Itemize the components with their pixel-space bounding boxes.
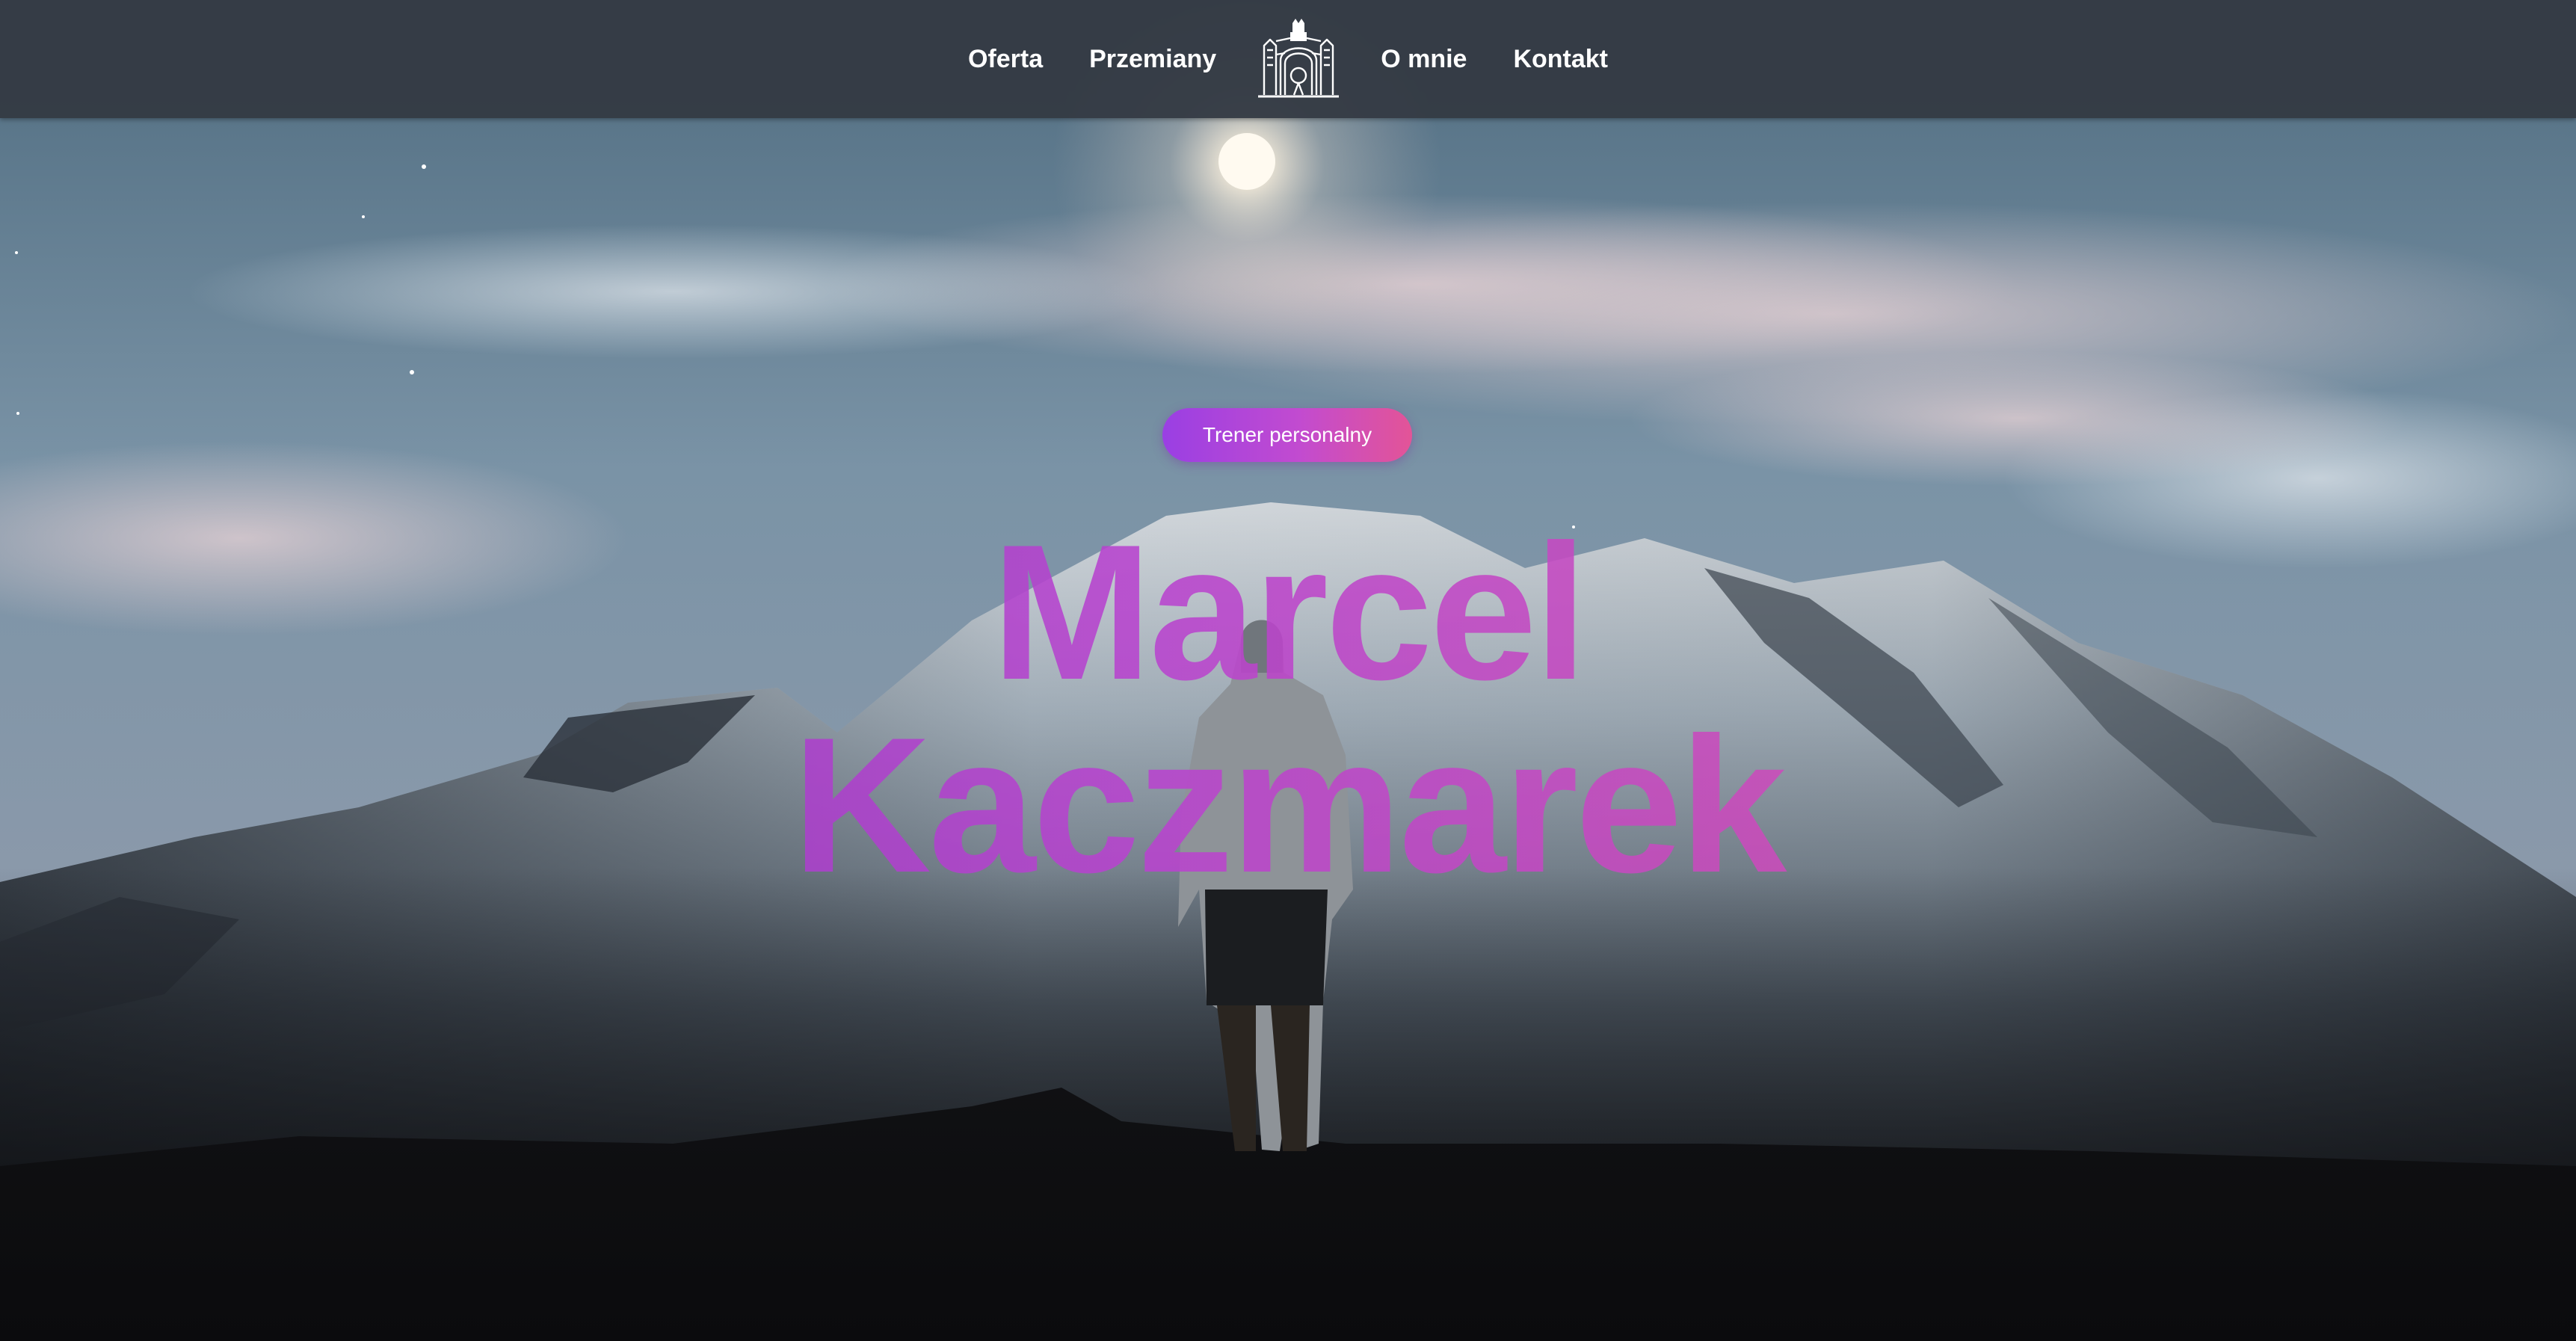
nav-link-oferta[interactable]: Oferta (968, 45, 1043, 74)
nav-left-group: Oferta Przemiany (968, 45, 1255, 74)
role-badge: Trener personalny (1162, 408, 1412, 462)
hero-title: Marcel Kaczmarek (0, 516, 2576, 901)
hero-title-last-name: Kaczmarek (0, 709, 2576, 901)
nav-link-kontakt[interactable]: Kontakt (1513, 45, 1608, 74)
hero-title-first-name: Marcel (0, 516, 2576, 709)
hero-section: Trener personalny Marcel Kaczmarek (0, 0, 2576, 1341)
top-navigation: Oferta Przemiany O mnie Kontakt (0, 0, 2576, 118)
nav-link-o-mnie[interactable]: O mnie (1381, 45, 1467, 74)
page: Oferta Przemiany O mnie Kontakt Trener p… (0, 0, 2576, 1341)
nav-link-przemiany[interactable]: Przemiany (1089, 45, 1216, 74)
castle-gate-logo-icon[interactable] (1255, 17, 1342, 101)
nav-right-group: O mnie Kontakt (1342, 45, 1608, 74)
